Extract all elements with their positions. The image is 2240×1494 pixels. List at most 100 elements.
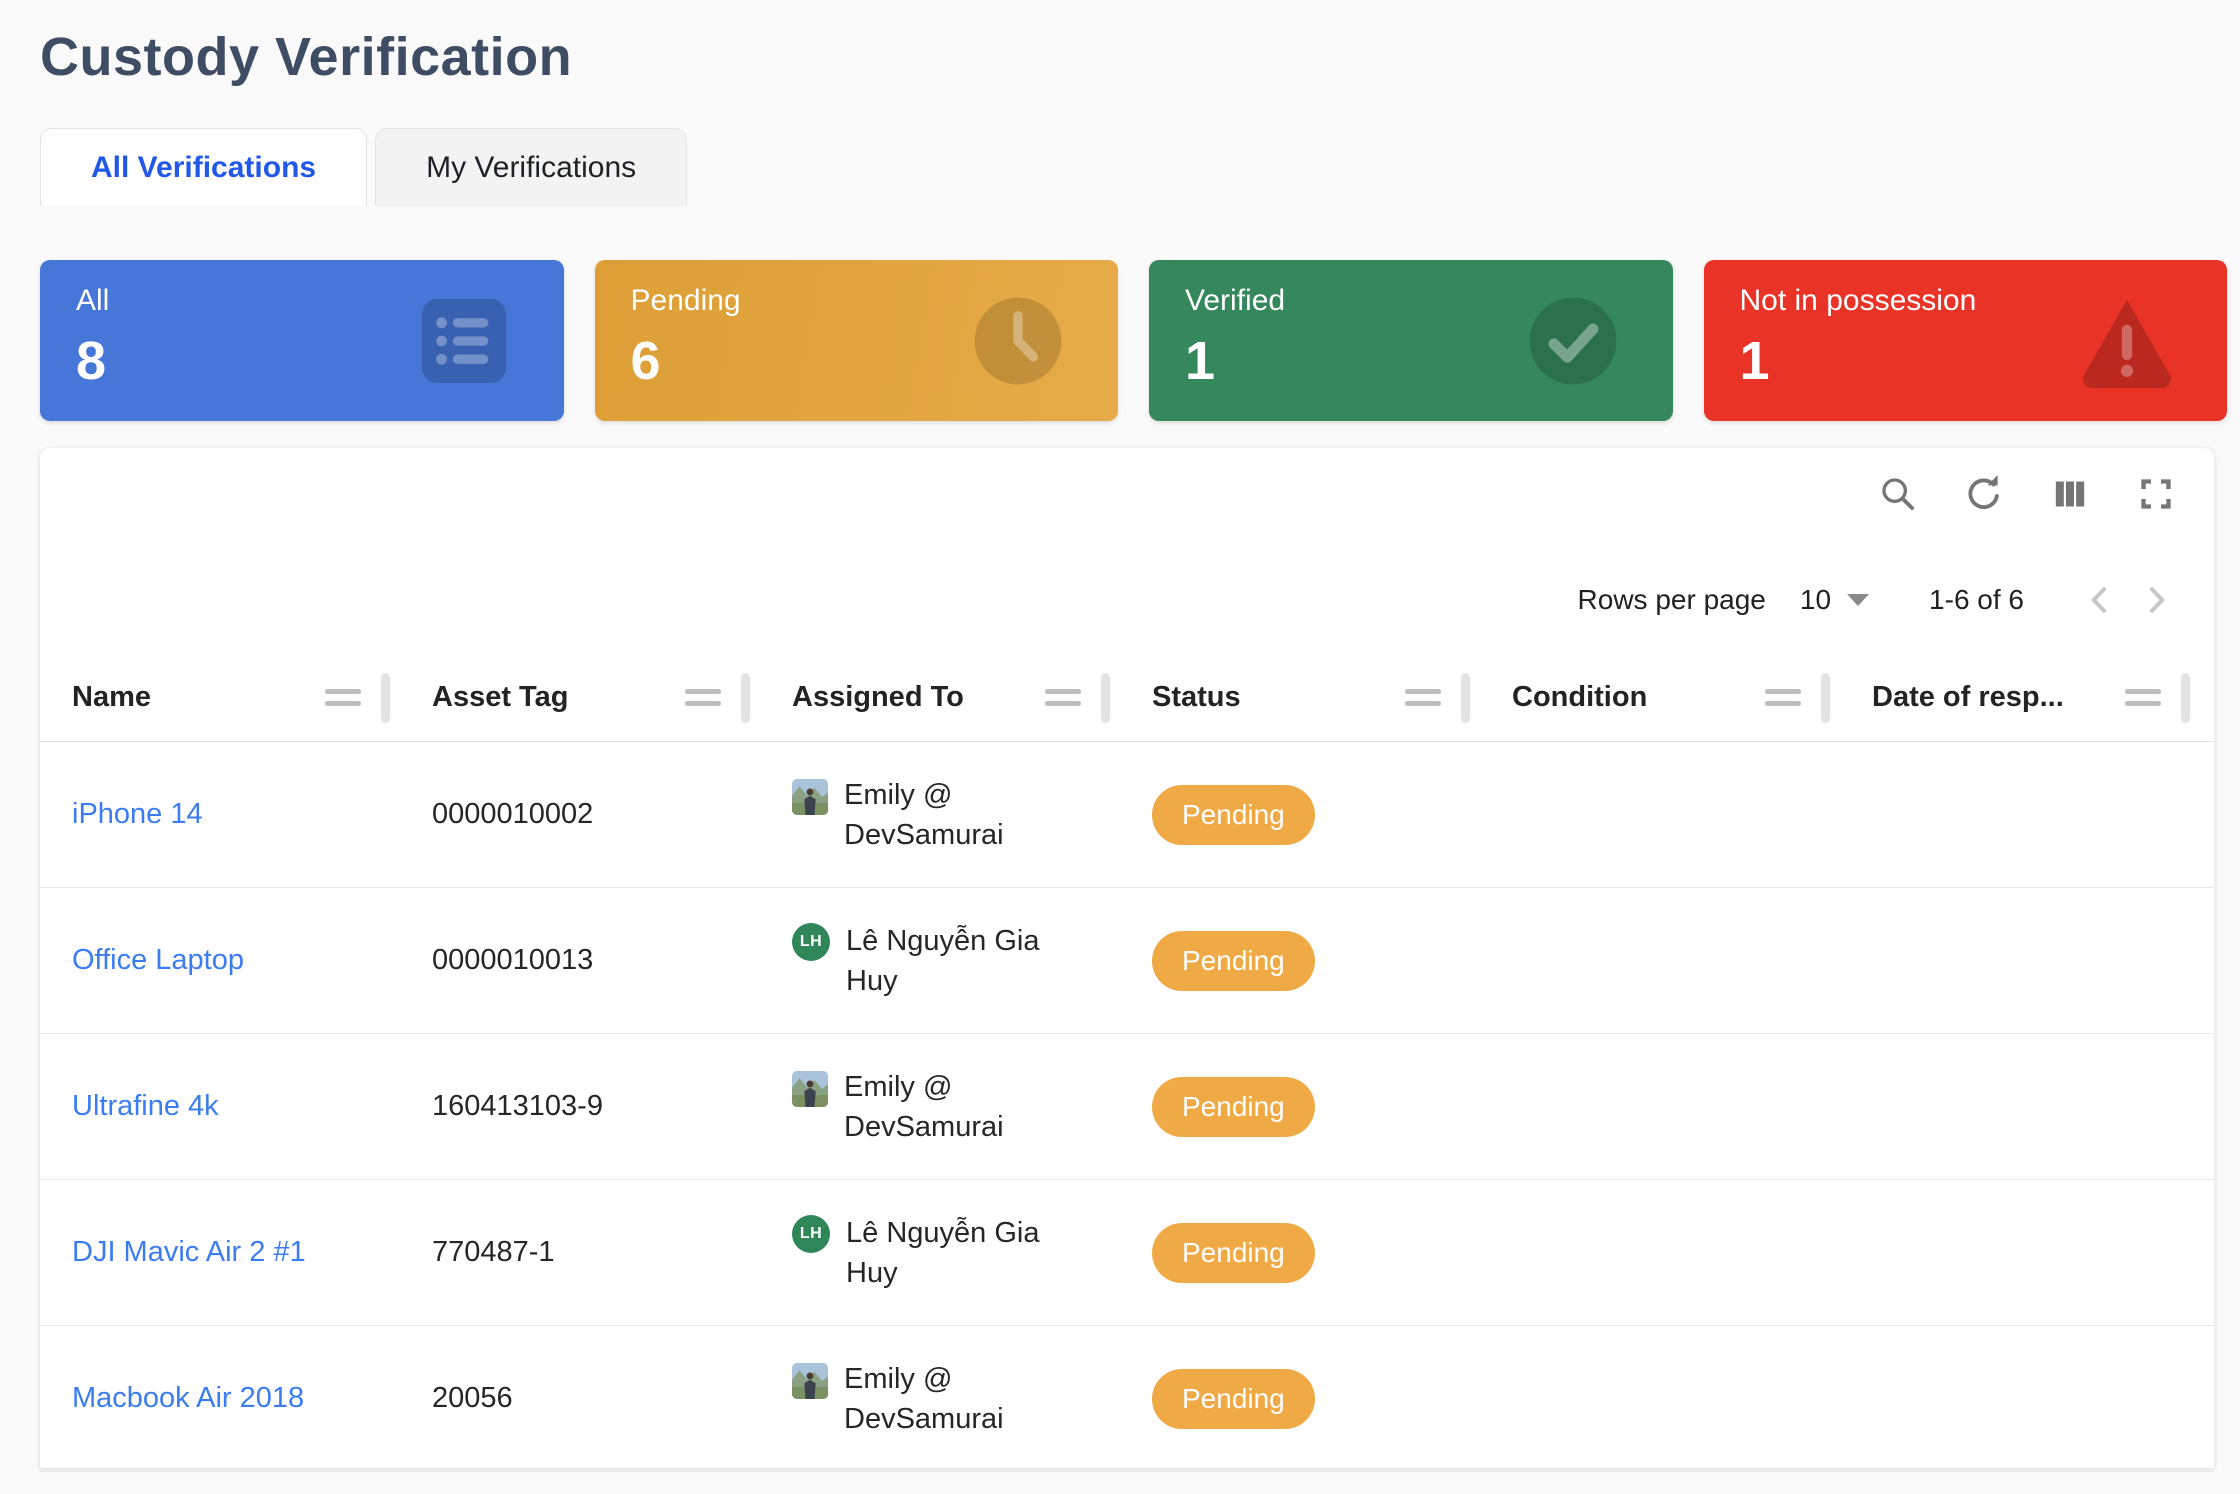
user-avatar-initials: LH xyxy=(792,923,830,961)
assigned-to-cell: LH Lê Nguyễn Gia Huy xyxy=(760,921,1120,1001)
table-row: Ultrafine 4k 160413103-9 Emily @ DevSamu… xyxy=(40,1034,2214,1180)
column-header-2: Assigned To xyxy=(760,654,1120,741)
asset-name-link[interactable]: DJI Mavic Air 2 #1 xyxy=(72,1236,306,1268)
status-cell: Pending xyxy=(1120,1223,1480,1283)
column-header-label: Condition xyxy=(1512,681,1647,714)
search-icon xyxy=(1878,474,1918,514)
stat-card-pending[interactable]: Pending 6 xyxy=(595,260,1119,421)
asset-name-link[interactable]: Office Laptop xyxy=(72,944,244,976)
column-resize-handle[interactable] xyxy=(1821,673,1830,723)
column-drag-handle-icon[interactable] xyxy=(1405,689,1441,706)
column-header-5: Date of resp... xyxy=(1840,654,2200,741)
tab-label: My Verifications xyxy=(426,151,636,185)
refresh-button[interactable] xyxy=(1962,472,2006,516)
column-resize-handle[interactable] xyxy=(741,673,750,723)
column-resize-handle[interactable] xyxy=(381,673,390,723)
assigned-to-cell: Emily @ DevSamurai xyxy=(760,1067,1120,1147)
asset-tag-cell: 0000010013 xyxy=(400,944,760,977)
assigned-to-name: Emily @ DevSamurai xyxy=(844,1359,1056,1439)
column-drag-handle-icon[interactable] xyxy=(2125,689,2161,706)
assigned-to-cell: Emily @ DevSamurai xyxy=(760,1359,1120,1439)
status-badge: Pending xyxy=(1152,931,1315,991)
pagination-range: 1-6 of 6 xyxy=(1929,584,2024,616)
status-badge: Pending xyxy=(1152,1077,1315,1137)
table-row: Office Laptop 0000010013 LH Lê Nguyễn Gi… xyxy=(40,888,2214,1034)
status-cell: Pending xyxy=(1120,785,1480,845)
assigned-to-name: Emily @ DevSamurai xyxy=(844,1067,1056,1147)
asset-tag-cell: 160413103-9 xyxy=(400,1090,760,1123)
name-cell: DJI Mavic Air 2 #1 xyxy=(40,1236,400,1269)
tab-bar: All Verifications My Verifications xyxy=(40,128,2240,206)
rows-per-page-label: Rows per page xyxy=(1578,584,1766,616)
refresh-icon xyxy=(1964,474,2004,514)
next-page-button[interactable] xyxy=(2128,572,2184,628)
asset-tag-cell: 20056 xyxy=(400,1382,760,1415)
column-drag-handle-icon[interactable] xyxy=(1765,689,1801,706)
fullscreen-button[interactable] xyxy=(2134,472,2178,516)
table-row: DJI Mavic Air 2 #1 770487-1 LH Lê Nguyễn… xyxy=(40,1180,2214,1326)
column-resize-handle[interactable] xyxy=(2181,673,2190,723)
name-cell: Office Laptop xyxy=(40,944,400,977)
column-header-label: Status xyxy=(1152,681,1241,714)
table-row: Macbook Air 2018 20056 Emily @ DevSamura… xyxy=(40,1326,2214,1472)
stat-cards: All 8 Pending 6 Verified 1 xyxy=(40,260,2227,421)
tab-all-verifications[interactable]: All Verifications xyxy=(40,128,367,206)
asset-name-link[interactable]: Macbook Air 2018 xyxy=(72,1382,304,1414)
asset-name-link[interactable]: Ultrafine 4k xyxy=(72,1090,219,1122)
clock-icon xyxy=(962,285,1074,397)
column-header-1: Asset Tag xyxy=(400,654,760,741)
column-drag-handle-icon[interactable] xyxy=(325,689,361,706)
column-header-label: Assigned To xyxy=(792,681,964,714)
chevron-left-icon xyxy=(2080,580,2120,620)
column-header-label: Name xyxy=(72,681,151,714)
columns-button[interactable] xyxy=(2048,472,2092,516)
list-icon xyxy=(408,285,520,397)
column-resize-handle[interactable] xyxy=(1461,673,1470,723)
asset-name-link[interactable]: iPhone 14 xyxy=(72,798,203,830)
assigned-to-cell: LH Lê Nguyễn Gia Huy xyxy=(760,1213,1120,1293)
table-header-row: Name Asset Tag Assigned To Status Condit… xyxy=(40,654,2214,742)
status-cell: Pending xyxy=(1120,1077,1480,1137)
search-button[interactable] xyxy=(1876,472,1920,516)
column-header-label: Date of resp... xyxy=(1872,681,2064,714)
chevron-right-icon xyxy=(2136,580,2176,620)
view-columns-icon xyxy=(2050,474,2090,514)
status-badge: Pending xyxy=(1152,1369,1315,1429)
column-drag-handle-icon[interactable] xyxy=(685,689,721,706)
caret-down-icon xyxy=(1847,594,1869,606)
assigned-to-name: Emily @ DevSamurai xyxy=(844,775,1056,855)
column-header-label: Asset Tag xyxy=(432,681,568,714)
stat-card-not-in-possession[interactable]: Not in possession 1 xyxy=(1704,260,2228,421)
column-header-4: Condition xyxy=(1480,654,1840,741)
status-cell: Pending xyxy=(1120,931,1480,991)
fullscreen-icon xyxy=(2136,474,2176,514)
custody-verification-page: Custody Verification All Verifications M… xyxy=(0,0,2240,1468)
status-badge: Pending xyxy=(1152,1223,1315,1283)
tab-label: All Verifications xyxy=(91,151,316,185)
assigned-to-cell: Emily @ DevSamurai xyxy=(760,775,1120,855)
user-avatar-photo xyxy=(792,1071,828,1107)
name-cell: iPhone 14 xyxy=(40,798,400,831)
name-cell: Macbook Air 2018 xyxy=(40,1382,400,1415)
previous-page-button[interactable] xyxy=(2072,572,2128,628)
column-header-3: Status xyxy=(1120,654,1480,741)
warning-icon xyxy=(2071,285,2183,397)
name-cell: Ultrafine 4k xyxy=(40,1090,400,1123)
page-title: Custody Verification xyxy=(40,26,2240,88)
assigned-to-name: Lê Nguyễn Gia Huy xyxy=(846,1213,1058,1293)
column-resize-handle[interactable] xyxy=(1101,673,1110,723)
rows-per-page-value: 10 xyxy=(1800,584,1831,616)
tab-my-verifications[interactable]: My Verifications xyxy=(375,128,687,206)
stat-card-verified[interactable]: Verified 1 xyxy=(1149,260,1673,421)
user-avatar-photo xyxy=(792,1363,828,1399)
rows-per-page-select[interactable]: 10 xyxy=(1800,584,1869,616)
column-drag-handle-icon[interactable] xyxy=(1045,689,1081,706)
table-toolbar xyxy=(40,470,2214,518)
pagination: Rows per page 10 1-6 of 6 xyxy=(40,572,2214,628)
table-body: iPhone 14 0000010002 Emily @ DevSamurai … xyxy=(40,742,2214,1472)
asset-tag-cell: 0000010002 xyxy=(400,798,760,831)
stat-card-all[interactable]: All 8 xyxy=(40,260,564,421)
table-row: iPhone 14 0000010002 Emily @ DevSamurai … xyxy=(40,742,2214,888)
status-cell: Pending xyxy=(1120,1369,1480,1429)
column-header-0: Name xyxy=(40,654,400,741)
